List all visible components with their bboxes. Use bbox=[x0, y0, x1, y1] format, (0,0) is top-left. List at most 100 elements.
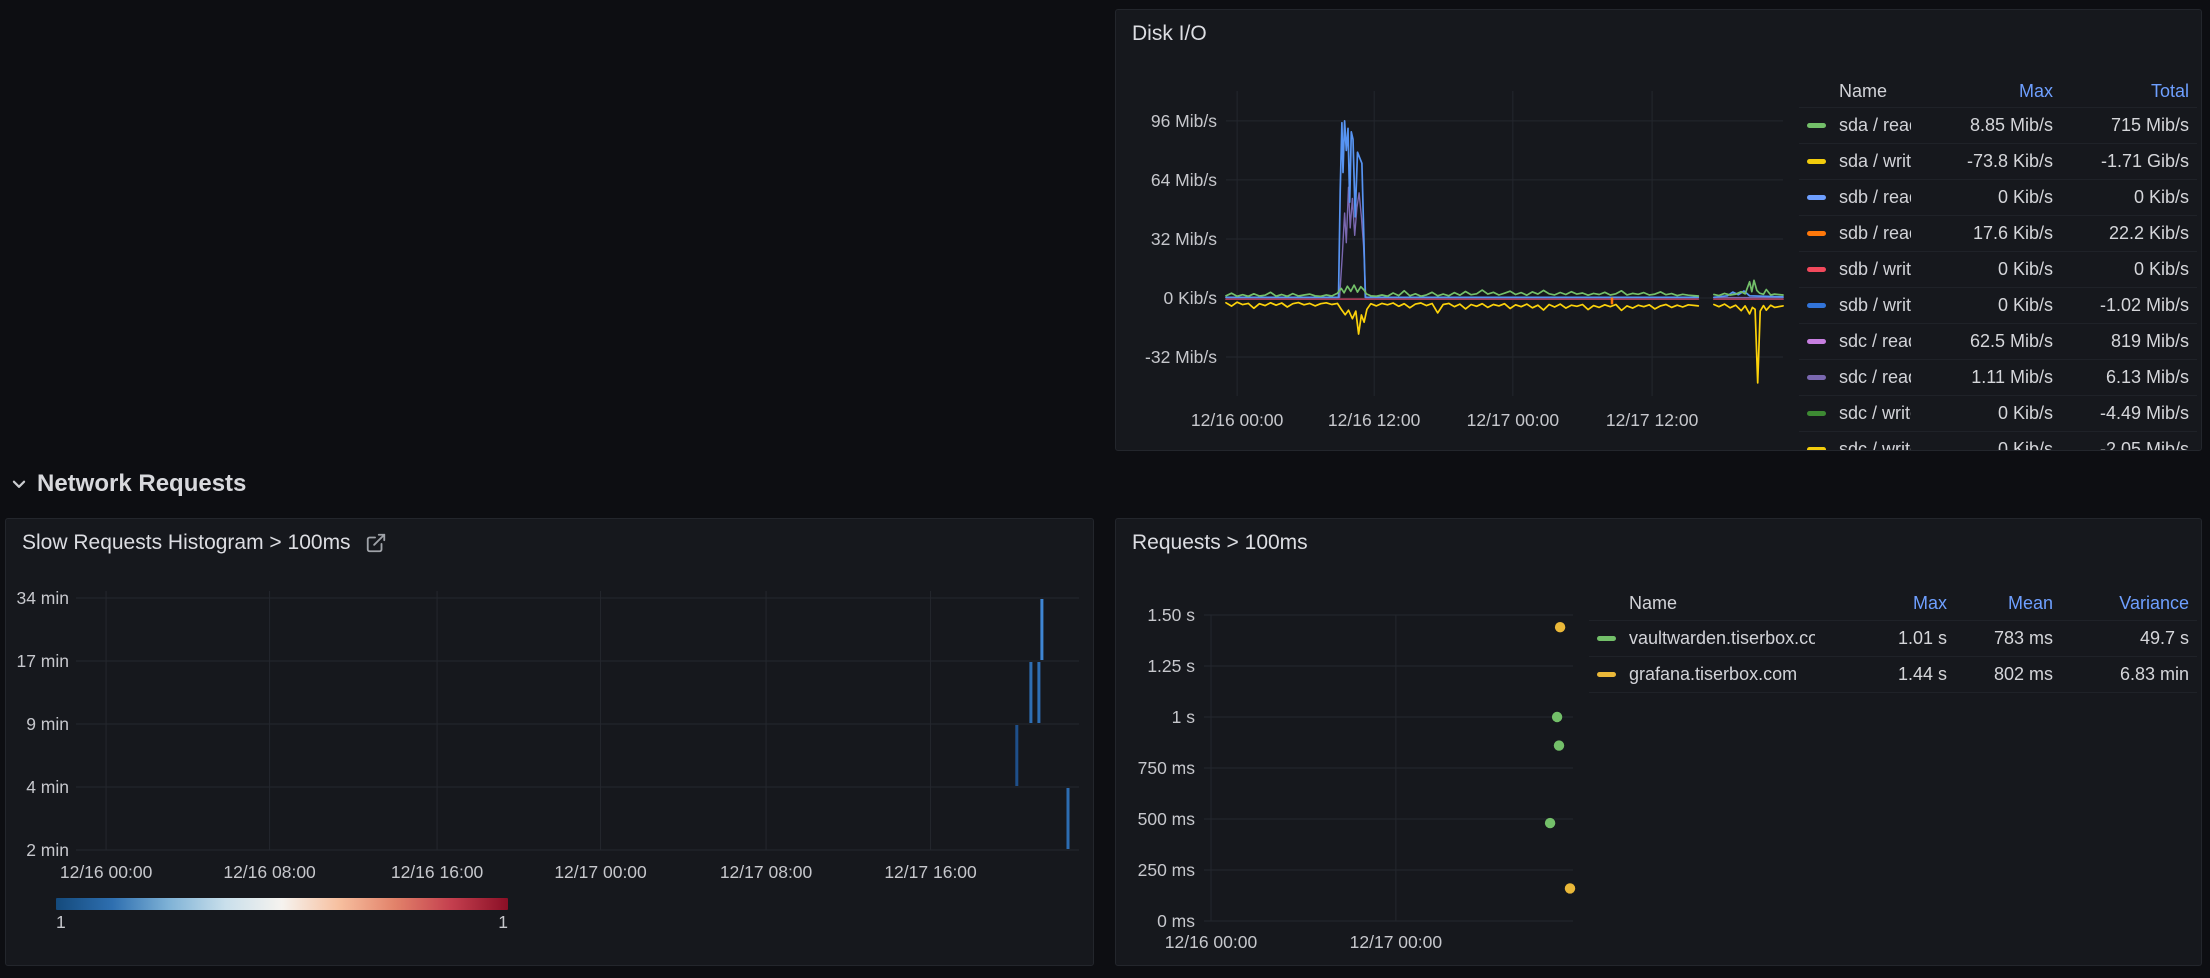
scatter-point[interactable] bbox=[1555, 622, 1565, 632]
legend-row: sda / writes-73.8 Kib/s-1.71 Gib/s bbox=[1799, 144, 2197, 180]
legend-column-max[interactable]: Max bbox=[1911, 81, 2061, 102]
series-color-icon bbox=[1807, 447, 1826, 451]
panel-title-disk-io[interactable]: Disk I/O bbox=[1132, 22, 1207, 46]
axis-label: 34 min bbox=[16, 588, 69, 608]
legend-value-mean: 783 ms bbox=[1955, 628, 2061, 649]
axis-label: 1.50 s bbox=[1147, 605, 1195, 625]
heatmap-cell[interactable] bbox=[1029, 662, 1032, 723]
legend-series-name[interactable]: sdb / reads bbox=[1839, 187, 1911, 208]
series-color-icon bbox=[1807, 231, 1826, 236]
legend-header-row: NameMaxMeanVariance bbox=[1589, 587, 2197, 621]
axis-label: 12/17 08:00 bbox=[720, 862, 813, 882]
legend-column-variance[interactable]: Variance bbox=[2061, 593, 2197, 614]
legend-series-name[interactable]: sdc / reads bbox=[1839, 367, 1911, 388]
legend-value-max: 0 Kib/s bbox=[1911, 295, 2061, 316]
axis-label: 12/16 00:00 bbox=[1191, 410, 1284, 430]
axis-label: 96 Mib/s bbox=[1151, 111, 1217, 131]
legend-value-max: 0 Kib/s bbox=[1911, 187, 2061, 208]
heatmap-color-scale bbox=[56, 898, 508, 910]
row-network-requests[interactable]: Network Requests bbox=[10, 470, 246, 498]
legend-series-name[interactable]: sdb / writes bbox=[1839, 295, 1911, 316]
panel-slow-requests-histogram: Slow Requests Histogram > 100ms 34 min 17… bbox=[5, 518, 1094, 966]
legend-row: sdb / reads17.6 Kib/s22.2 Kib/s bbox=[1799, 216, 2197, 252]
axis-label: 2 min bbox=[26, 840, 69, 860]
disk-io-legend-table: NameMaxTotalsda / reads8.85 Mib/s715 Mib… bbox=[1799, 76, 2197, 451]
legend-row: sdb / writes0 Kib/s-1.02 Mib/s bbox=[1799, 288, 2197, 324]
legend-column-max[interactable]: Max bbox=[1815, 593, 1955, 614]
legend-row: sdb / reads0 Kib/s0 Kib/s bbox=[1799, 180, 2197, 216]
legend-column-total[interactable]: Total bbox=[2061, 81, 2197, 102]
heatmap-cell[interactable] bbox=[1040, 599, 1043, 660]
axis-label: 17 min bbox=[16, 651, 69, 671]
panel-title-slow-requests[interactable]: Slow Requests Histogram > 100ms bbox=[22, 531, 387, 555]
requests-scatter-chart[interactable]: 1.50 s1.25 s1 s750 ms500 ms250 ms0 ms12/… bbox=[1131, 596, 1591, 961]
scatter-point[interactable] bbox=[1565, 883, 1575, 893]
legend-row: grafana.tiserbox.com1.44 s802 ms6.83 min bbox=[1589, 657, 2197, 693]
axis-label: 250 ms bbox=[1138, 860, 1196, 880]
axis-label: 32 Mib/s bbox=[1151, 229, 1217, 249]
legend-series-name[interactable]: grafana.tiserbox.com bbox=[1629, 664, 1815, 685]
axis-label: 12/16 08:00 bbox=[223, 862, 316, 882]
legend-row: sdc / writes0 Kib/s-4.49 Mib/s bbox=[1799, 396, 2197, 432]
heatmap-cell[interactable] bbox=[1015, 725, 1018, 786]
legend-value-total: 819 Mib/s bbox=[2061, 331, 2197, 352]
scatter-point[interactable] bbox=[1554, 740, 1564, 750]
legend-series-name[interactable]: sdc / reads bbox=[1839, 331, 1911, 352]
legend-value-max: 0 Kib/s bbox=[1911, 259, 2061, 280]
axis-label: 12/16 12:00 bbox=[1328, 410, 1421, 430]
legend-value-total: 6.13 Mib/s bbox=[2061, 367, 2197, 388]
legend-series-name[interactable]: vaultwarden.tiserbox.com bbox=[1629, 628, 1815, 649]
series-color-icon bbox=[1807, 195, 1826, 200]
axis-label: 12/16 00:00 bbox=[1165, 932, 1258, 952]
legend-series-name[interactable]: sdb / reads bbox=[1839, 223, 1911, 244]
legend-column-name[interactable]: Name bbox=[1629, 593, 1815, 614]
legend-value-max: 0 Kib/s bbox=[1911, 439, 2061, 451]
heatmap-cell[interactable] bbox=[1037, 662, 1040, 723]
panel-title-text: Disk I/O bbox=[1132, 22, 1207, 46]
axis-label: 9 min bbox=[26, 714, 69, 734]
chevron-down-icon bbox=[10, 475, 28, 493]
legend-row: sdc / writes0 Kib/s-2.05 Mib/s bbox=[1799, 432, 2197, 451]
legend-column-name[interactable]: Name bbox=[1839, 81, 1911, 102]
axis-label: -32 Mib/s bbox=[1145, 347, 1217, 367]
scatter-point[interactable] bbox=[1545, 818, 1555, 828]
scatter-point[interactable] bbox=[1552, 712, 1562, 722]
axis-label: 1 s bbox=[1172, 707, 1196, 727]
slow-requests-heatmap[interactable]: 34 min 17 min 9 min 4 min 2 min12/16 00:00 12… bbox=[15, 581, 1083, 896]
legend-value-total: -4.49 Mib/s bbox=[2061, 403, 2197, 424]
legend-series-name[interactable]: sda / reads bbox=[1839, 115, 1911, 136]
legend-series-name[interactable]: sdb / writes bbox=[1839, 259, 1911, 280]
legend-value-max: 17.6 Kib/s bbox=[1911, 223, 2061, 244]
color-scale-max: 1 bbox=[498, 912, 508, 933]
legend-value-total: 715 Mib/s bbox=[2061, 115, 2197, 136]
panel-disk-io: Disk I/O 96 Mib/s 64 Mib/s 32 Mib/s 0 Kib/s… bbox=[1115, 9, 2202, 451]
axis-label: 12/17 12:00 bbox=[1606, 410, 1699, 430]
heatmap-color-scale-labels: 1 1 bbox=[56, 912, 508, 933]
axis-label: 64 Mib/s bbox=[1151, 170, 1217, 190]
legend-series-name[interactable]: sdc / writes bbox=[1839, 403, 1911, 424]
series-color-icon bbox=[1807, 303, 1826, 308]
axis-label: 12/17 16:00 bbox=[884, 862, 977, 882]
legend-value-mean: 802 ms bbox=[1955, 664, 2061, 685]
legend-value-total: 22.2 Kib/s bbox=[2061, 223, 2197, 244]
legend-header-row: NameMaxTotal bbox=[1799, 76, 2197, 108]
axis-label: 12/16 00:00 bbox=[60, 862, 153, 882]
external-link-icon[interactable] bbox=[365, 532, 387, 554]
series-color-icon bbox=[1807, 123, 1826, 128]
axis-label: 4 min bbox=[26, 777, 69, 797]
legend-series-name[interactable]: sdc / writes bbox=[1839, 439, 1911, 451]
series-color-icon bbox=[1807, 267, 1826, 272]
legend-value-max: -73.8 Kib/s bbox=[1911, 151, 2061, 172]
panel-title-requests[interactable]: Requests > 100ms bbox=[1132, 531, 1308, 555]
legend-value-total: 0 Kib/s bbox=[2061, 259, 2197, 280]
legend-value-max: 62.5 Mib/s bbox=[1911, 331, 2061, 352]
axis-label: 12/17 00:00 bbox=[1467, 410, 1560, 430]
legend-column-mean[interactable]: Mean bbox=[1955, 593, 2061, 614]
requests-legend-table: NameMaxMeanVariance vaultwarden.tiserbox.… bbox=[1589, 587, 2197, 693]
axis-label: 12/17 00:00 bbox=[1350, 932, 1443, 952]
heatmap-cell[interactable] bbox=[1067, 788, 1070, 849]
disk-io-chart[interactable]: 96 Mib/s64 Mib/s32 Mib/s0 Kib/s-32 Mib/s… bbox=[1131, 86, 1791, 441]
legend-value-max: 1.11 Mib/s bbox=[1911, 367, 2061, 388]
legend-series-name[interactable]: sda / writes bbox=[1839, 151, 1911, 172]
grafana-dashboard: { "section": { "title": "Network Request… bbox=[0, 0, 2210, 978]
